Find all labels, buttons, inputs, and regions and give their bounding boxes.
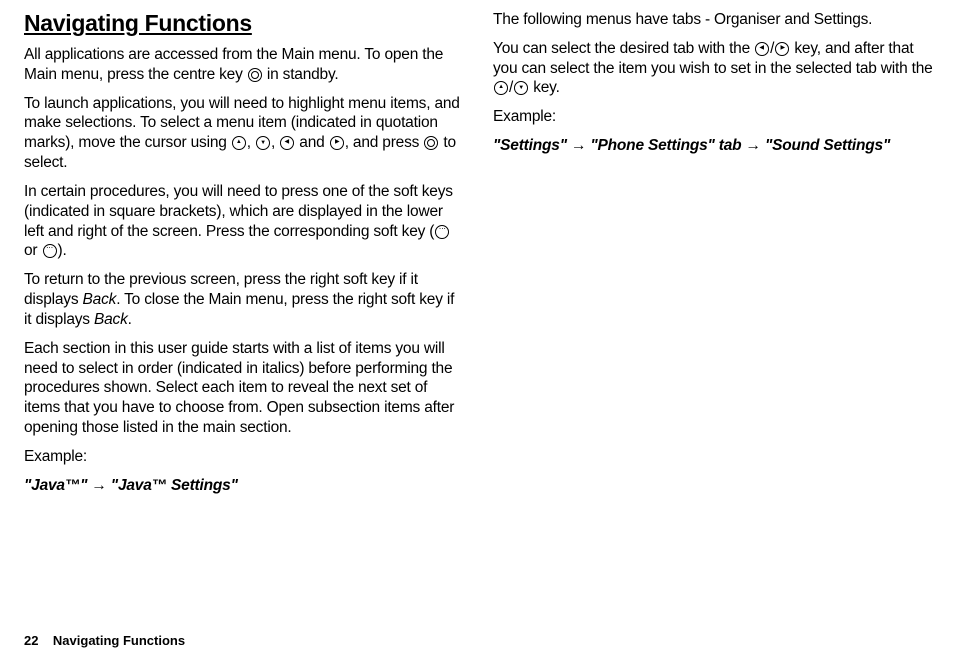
left-key-icon: [755, 42, 769, 56]
right-softkey-icon: [43, 244, 57, 258]
example-path: "Java™" → "Java™ Settings": [24, 476, 465, 496]
left-key-icon: [280, 136, 294, 150]
path-item: "Java™": [24, 477, 87, 494]
page-footer: 22 Navigating Functions: [24, 633, 185, 648]
text: ).: [58, 242, 67, 259]
text: .: [128, 311, 132, 328]
example-path: "Settings" → "Phone Settings" tab → "Sou…: [493, 136, 934, 156]
text: and: [295, 134, 328, 151]
text: /: [509, 79, 513, 96]
back-label: Back: [83, 291, 117, 308]
right-key-icon: [330, 136, 344, 150]
text: All applications are accessed from the M…: [24, 46, 443, 83]
arrow-icon: →: [746, 137, 765, 154]
up-key-icon: [232, 136, 246, 150]
back-label: Back: [94, 311, 128, 328]
text: In certain procedures, you will need to …: [24, 183, 453, 240]
text: in standby.: [263, 66, 339, 83]
right-column: The following menus have tabs - Organise…: [493, 10, 934, 505]
path-item: "Sound Settings": [765, 137, 890, 154]
example-label: Example:: [24, 447, 465, 467]
text: or: [24, 242, 42, 259]
text: ,: [271, 134, 279, 151]
paragraph-tab-select: You can select the desired tab with the …: [493, 39, 934, 98]
path-item: "Settings": [493, 137, 567, 154]
page-heading: Navigating Functions: [24, 10, 465, 37]
path-item: "Phone Settings" tab: [590, 137, 745, 154]
example-label: Example:: [493, 107, 934, 127]
paragraph-launch-apps: To launch applications, you will need to…: [24, 94, 465, 173]
text: , and press: [345, 134, 424, 151]
text: /: [770, 40, 774, 57]
arrow-icon: →: [567, 137, 591, 154]
paragraph-main-menu: All applications are accessed from the M…: [24, 45, 465, 85]
right-key-icon: [775, 42, 789, 56]
paragraph-tabs-intro: The following menus have tabs - Organise…: [493, 10, 934, 30]
paragraph-return: To return to the previous screen, press …: [24, 270, 465, 329]
left-column: Navigating Functions All applications ar…: [24, 10, 465, 505]
text: You can select the desired tab with the: [493, 40, 754, 57]
page-number: 22: [24, 633, 38, 648]
down-key-icon: [514, 81, 528, 95]
up-key-icon: [494, 81, 508, 95]
path-item: "Java™ Settings": [111, 477, 238, 494]
footer-title: Navigating Functions: [53, 633, 185, 648]
text: key.: [529, 79, 560, 96]
paragraph-sections: Each section in this user guide starts w…: [24, 339, 465, 438]
down-key-icon: [256, 136, 270, 150]
centre-key-icon: [248, 68, 262, 82]
left-softkey-icon: [435, 225, 449, 239]
arrow-icon: →: [87, 477, 111, 494]
text: ,: [247, 134, 255, 151]
centre-key-icon: [424, 136, 438, 150]
paragraph-soft-keys: In certain procedures, you will need to …: [24, 182, 465, 261]
